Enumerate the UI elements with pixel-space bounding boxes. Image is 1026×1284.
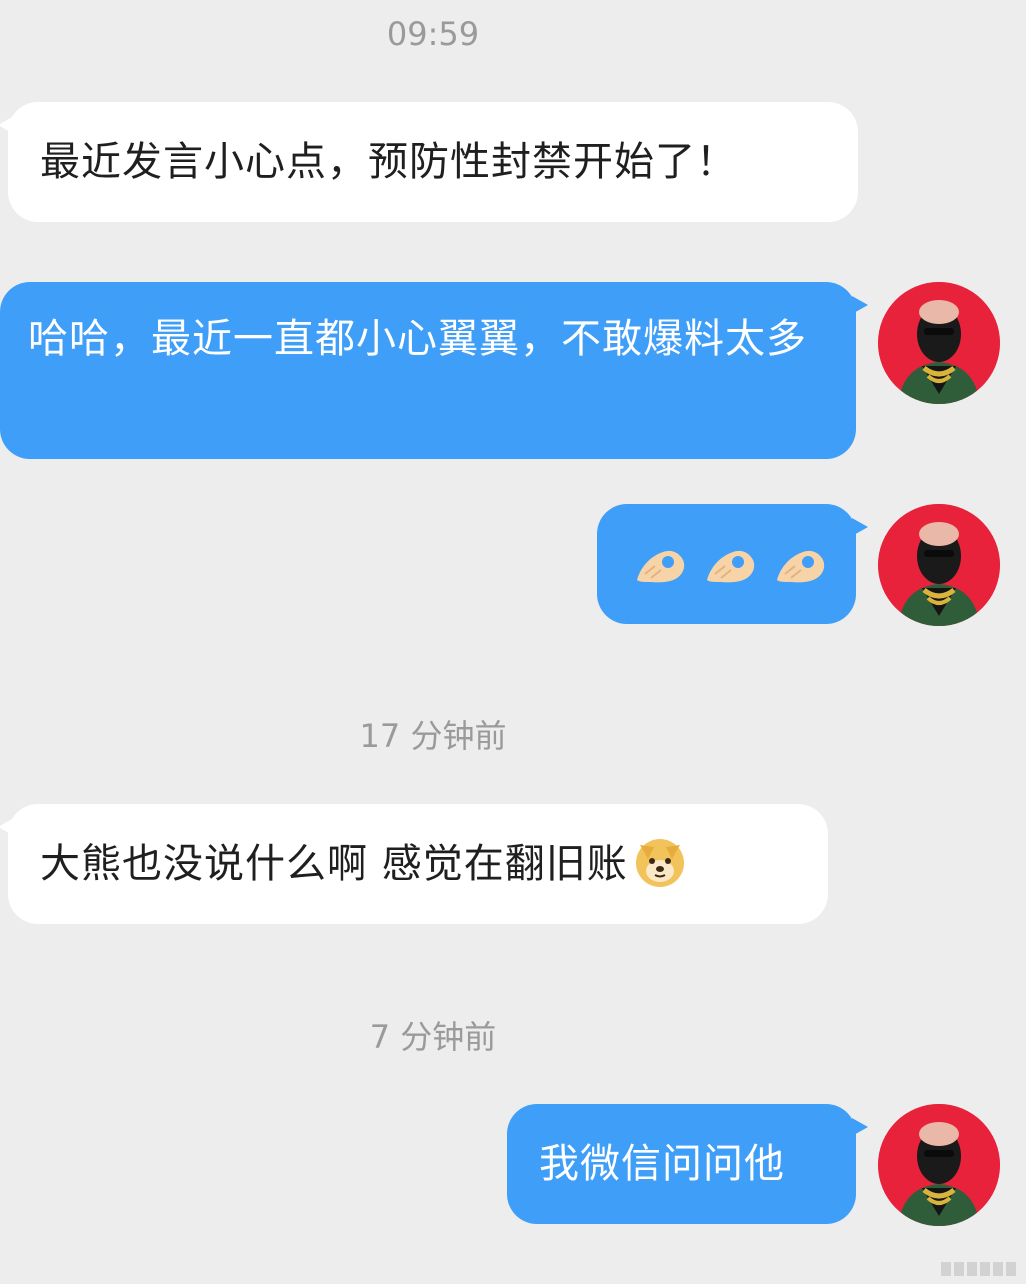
- message-bubble-sent[interactable]: [597, 504, 868, 624]
- message-text: 我微信问问他: [539, 1141, 785, 1187]
- message-text: 大熊也没说什么啊 感觉在翻旧账: [40, 841, 628, 887]
- emoji-row: [631, 533, 856, 595]
- message-bubble-received[interactable]: 最近发言小心点，预防性封禁开始了！: [0, 102, 858, 222]
- avatar[interactable]: [878, 282, 1000, 404]
- avatar-image: [878, 282, 1000, 404]
- message-bubble-sent[interactable]: 我微信问问他: [507, 1104, 868, 1224]
- ok-hand-emoji-icon: [777, 550, 825, 583]
- timestamp: 17 分钟前: [359, 717, 507, 755]
- watermark-icon: [941, 1262, 1016, 1276]
- doge-emoji-icon: [635, 839, 684, 887]
- message-text: 最近发言小心点，预防性封禁开始了！: [40, 139, 737, 185]
- avatar[interactable]: [878, 504, 1000, 626]
- message-text: 哈哈，最近一直都小心翼翼，不敢爆料太多: [28, 316, 807, 362]
- avatar[interactable]: [878, 1104, 1000, 1226]
- message-bubble-sent[interactable]: 哈哈，最近一直都小心翼翼，不敢爆料太多: [0, 282, 868, 459]
- avatar-image: [878, 1104, 1000, 1226]
- timestamp: 7 分钟前: [369, 1018, 497, 1056]
- timestamp: 09:59: [386, 15, 480, 53]
- avatar-image: [878, 504, 1000, 626]
- ok-hand-emoji-icon: [707, 550, 755, 583]
- message-bubble-received[interactable]: 大熊也没说什么啊 感觉在翻旧账: [0, 804, 828, 924]
- ok-hand-emoji-icon: [637, 550, 685, 583]
